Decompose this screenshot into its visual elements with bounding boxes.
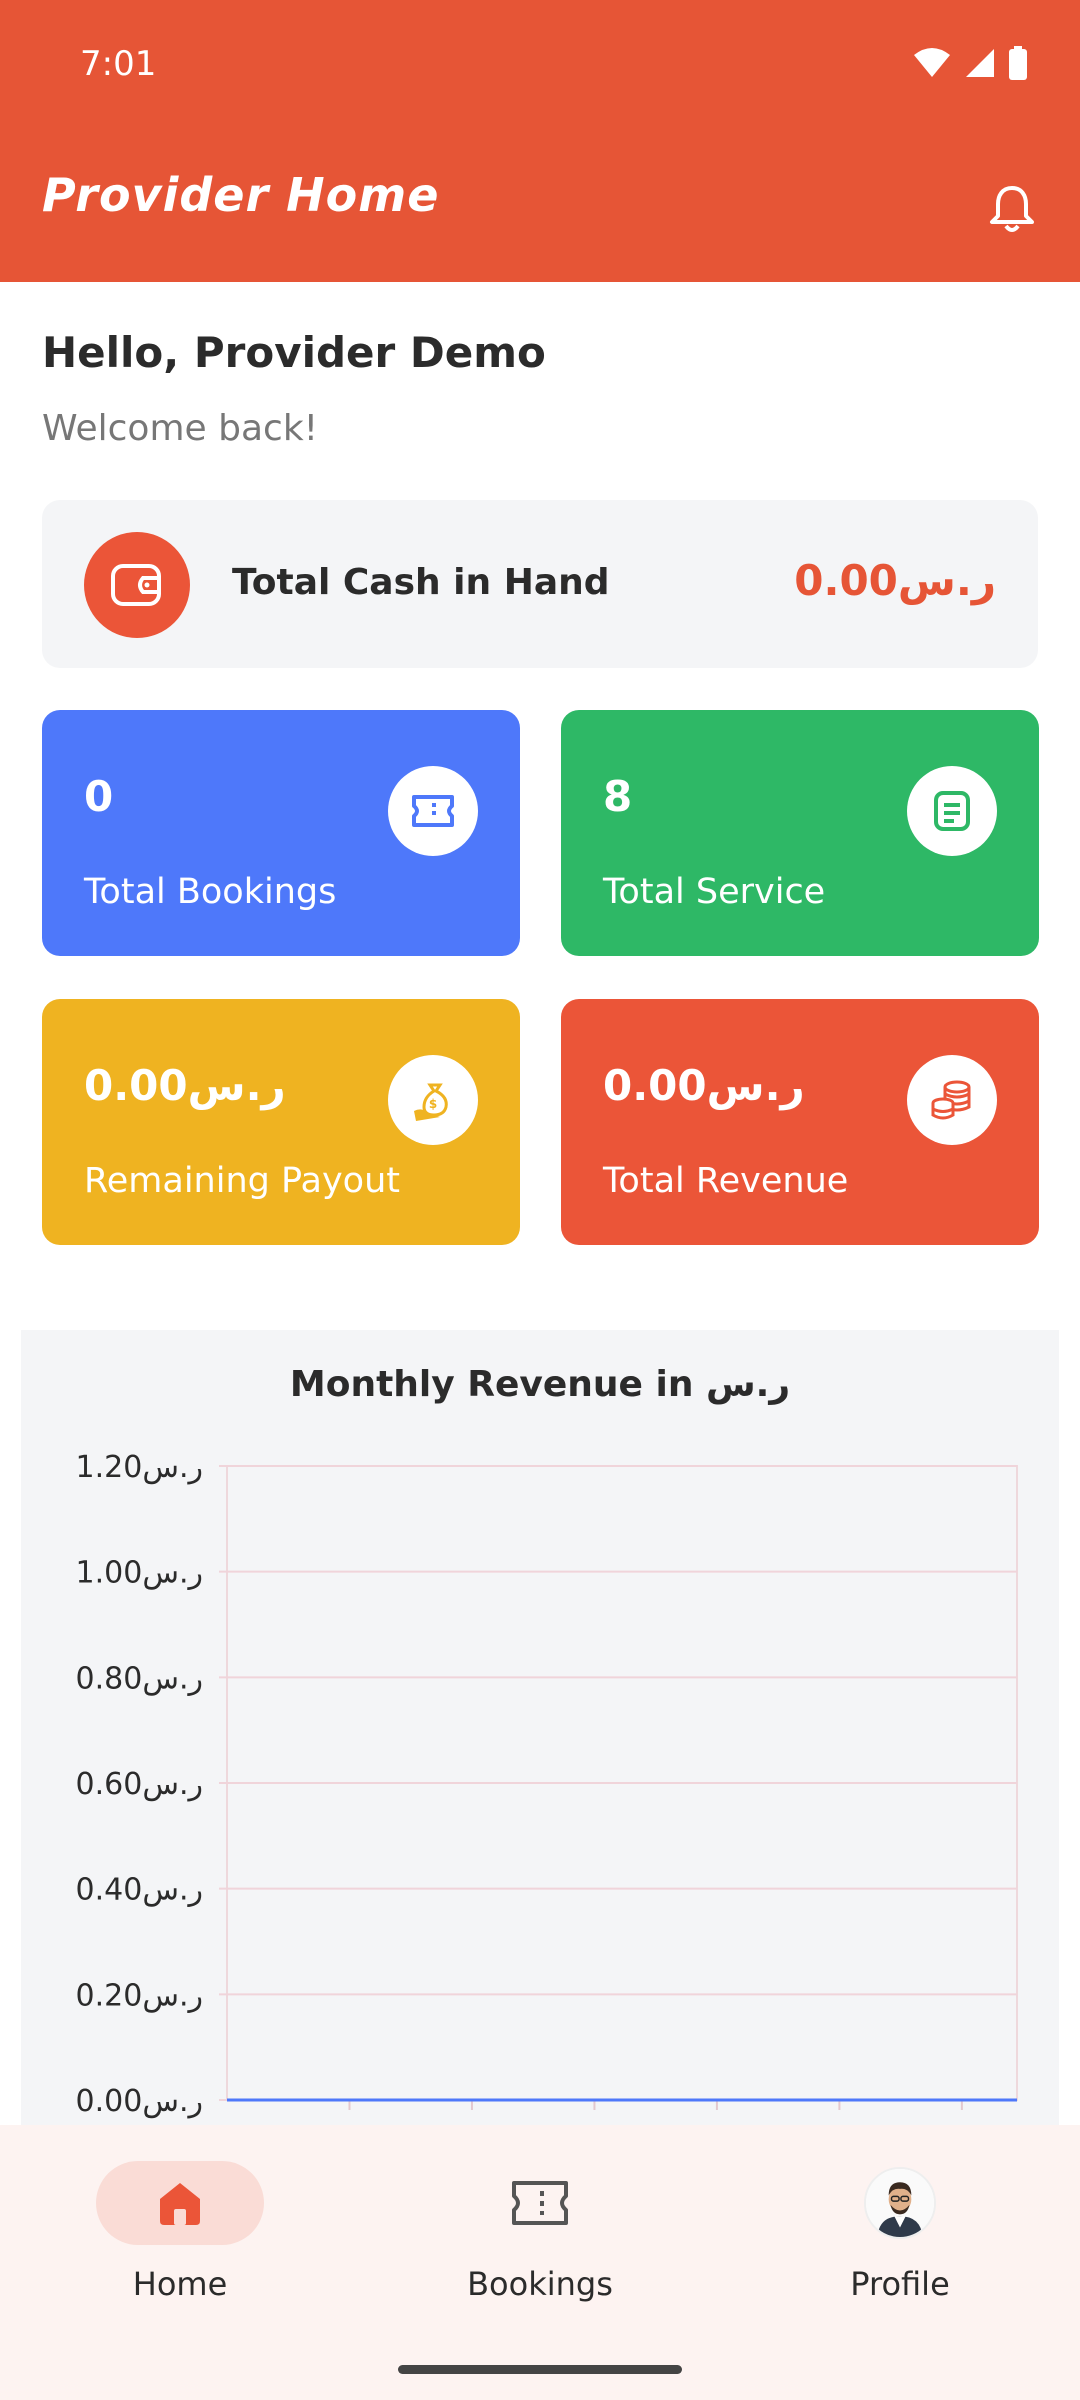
app-bar: 7:01 Provider Home	[0, 0, 1080, 282]
chart-y-tick-label: 0.00ر.س	[76, 2084, 203, 2119]
chart-y-tick-label: 1.20ر.س	[76, 1450, 203, 1485]
wallet-icon	[84, 532, 190, 638]
chart-y-tick-label: 1.00ر.س	[76, 1556, 203, 1591]
nav-bookings[interactable]: Bookings	[360, 2161, 720, 2303]
cash-in-hand-card[interactable]: Total Cash in Hand 0.00ر.س	[42, 500, 1038, 668]
cash-value: 0.00ر.س	[794, 556, 996, 605]
stat-label: Total Bookings	[84, 872, 337, 912]
greeting-subtitle: Welcome back!	[42, 408, 319, 449]
stat-value: 0	[84, 772, 114, 821]
list-icon	[907, 766, 997, 856]
wifi-icon	[914, 48, 950, 77]
remaining-payout-card[interactable]: 0.00ر.س Remaining Payout $	[42, 999, 520, 1245]
coins-icon	[907, 1055, 997, 1145]
bottom-navigation: Home Bookings Profile	[0, 2125, 1080, 2400]
chart-y-tick-label: 0.80ر.س	[76, 1661, 203, 1696]
total-revenue-card[interactable]: 0.00ر.س Total Revenue	[561, 999, 1039, 1245]
nav-label: Home	[132, 2265, 228, 2303]
stat-value: 0.00ر.س	[84, 1061, 286, 1110]
monthly-revenue-chart: 0.00ر.س 0.20ر.س 0.40ر.س 0.60ر.س 0.80ر.س 1.00ر…	[76, 1450, 1018, 2119]
money-bag-icon: $	[388, 1055, 478, 1145]
home-indicator[interactable]	[398, 2365, 682, 2374]
total-service-card[interactable]: 8 Total Service	[561, 710, 1039, 956]
nav-bookings-indicator	[456, 2161, 624, 2245]
chart-y-tick-label: 0.20ر.س	[76, 1978, 203, 2013]
nav-home-indicator	[96, 2161, 264, 2245]
svg-text:$: $	[429, 1097, 437, 1111]
nav-label: Bookings	[467, 2265, 613, 2303]
cash-label: Total Cash in Hand	[232, 562, 610, 603]
stat-value: 8	[603, 772, 633, 821]
bell-icon[interactable]	[984, 180, 1040, 236]
avatar-icon	[864, 2167, 936, 2239]
ticket-icon	[512, 2181, 568, 2225]
nav-label: Profile	[850, 2265, 950, 2303]
nav-home[interactable]: Home	[0, 2161, 360, 2303]
page-title: Provider Home	[42, 168, 440, 222]
home-icon	[160, 2183, 200, 2225]
battery-icon	[1009, 46, 1027, 80]
signal-icon	[966, 49, 994, 77]
chart-y-tick-label: 0.40ر.س	[76, 1873, 203, 1908]
ticket-icon	[388, 766, 478, 856]
status-time: 7:01	[80, 44, 157, 84]
stat-label: Total Revenue	[603, 1161, 849, 1201]
nav-profile[interactable]: Profile	[720, 2161, 1080, 2303]
greeting-title: Hello, Provider Demo	[42, 328, 546, 377]
chart-y-tick-label: 0.60ر.س	[76, 1767, 203, 1802]
status-icons	[912, 46, 1028, 80]
stat-value: 0.00ر.س	[603, 1061, 805, 1110]
total-bookings-card[interactable]: 0 Total Bookings	[42, 710, 520, 956]
stat-label: Remaining Payout	[84, 1161, 400, 1201]
stat-label: Total Service	[603, 872, 826, 912]
nav-profile-indicator	[816, 2161, 984, 2245]
